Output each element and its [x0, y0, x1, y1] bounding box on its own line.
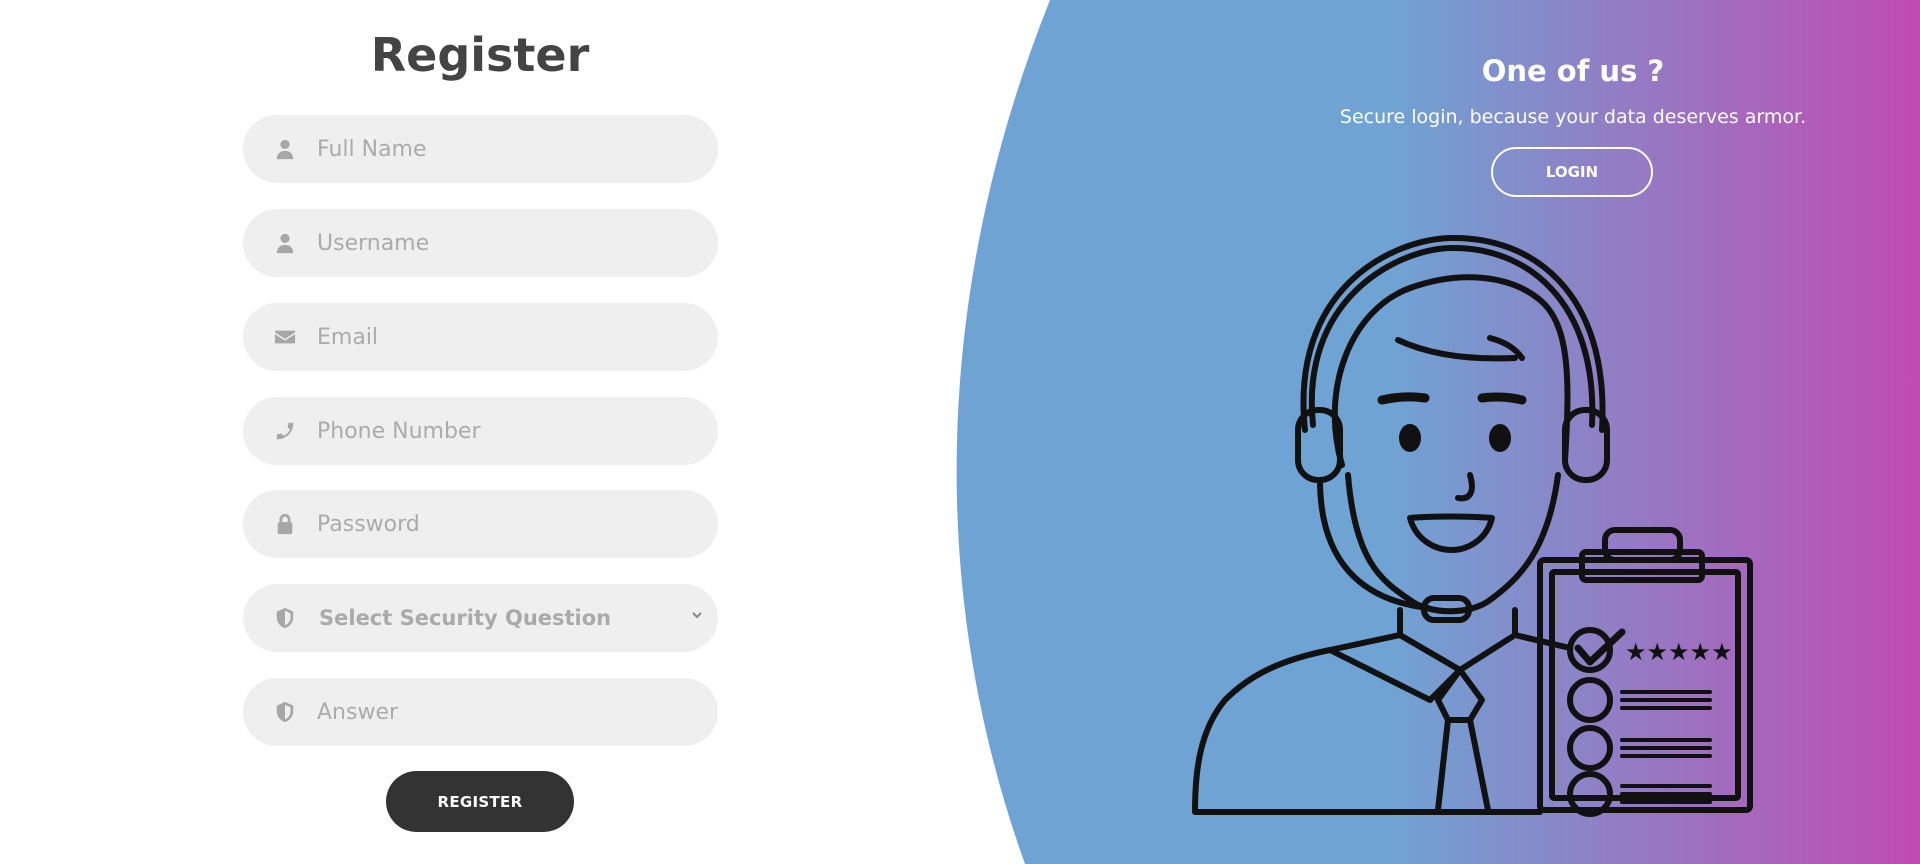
phone-input[interactable] — [315, 417, 718, 445]
phone-icon — [271, 417, 299, 445]
user-icon — [271, 229, 299, 257]
email-input[interactable] — [315, 323, 718, 351]
page-title: Register — [370, 28, 590, 82]
username-input[interactable] — [315, 229, 718, 257]
shield-icon — [271, 698, 299, 726]
username-field[interactable] — [243, 209, 718, 277]
login-button[interactable]: LOGIN — [1491, 147, 1653, 197]
support-agent-illustration: ★★★★★ — [1192, 234, 1753, 817]
svg-text:★★★★★: ★★★★★ — [1625, 638, 1733, 666]
panel-title: One of us ? — [1481, 54, 1665, 88]
panel-subtitle: Secure login, because your data deserves… — [1339, 106, 1807, 128]
password-field[interactable] — [243, 490, 718, 558]
shield-icon — [271, 604, 299, 632]
security-question-field[interactable]: Select Security Question — [243, 584, 718, 652]
user-icon — [271, 135, 299, 163]
email-field[interactable] — [243, 303, 718, 371]
security-question-select[interactable]: Select Security Question — [319, 588, 718, 648]
password-input[interactable] — [315, 510, 718, 538]
full-name-input[interactable] — [315, 135, 718, 163]
register-button[interactable]: REGISTER — [386, 771, 574, 832]
phone-field[interactable] — [243, 397, 718, 465]
answer-field[interactable] — [243, 678, 718, 746]
chevron-down-icon — [690, 608, 704, 622]
envelope-icon — [271, 323, 299, 351]
full-name-field[interactable] — [243, 115, 718, 183]
answer-input[interactable] — [315, 698, 718, 726]
lock-icon — [271, 510, 299, 538]
